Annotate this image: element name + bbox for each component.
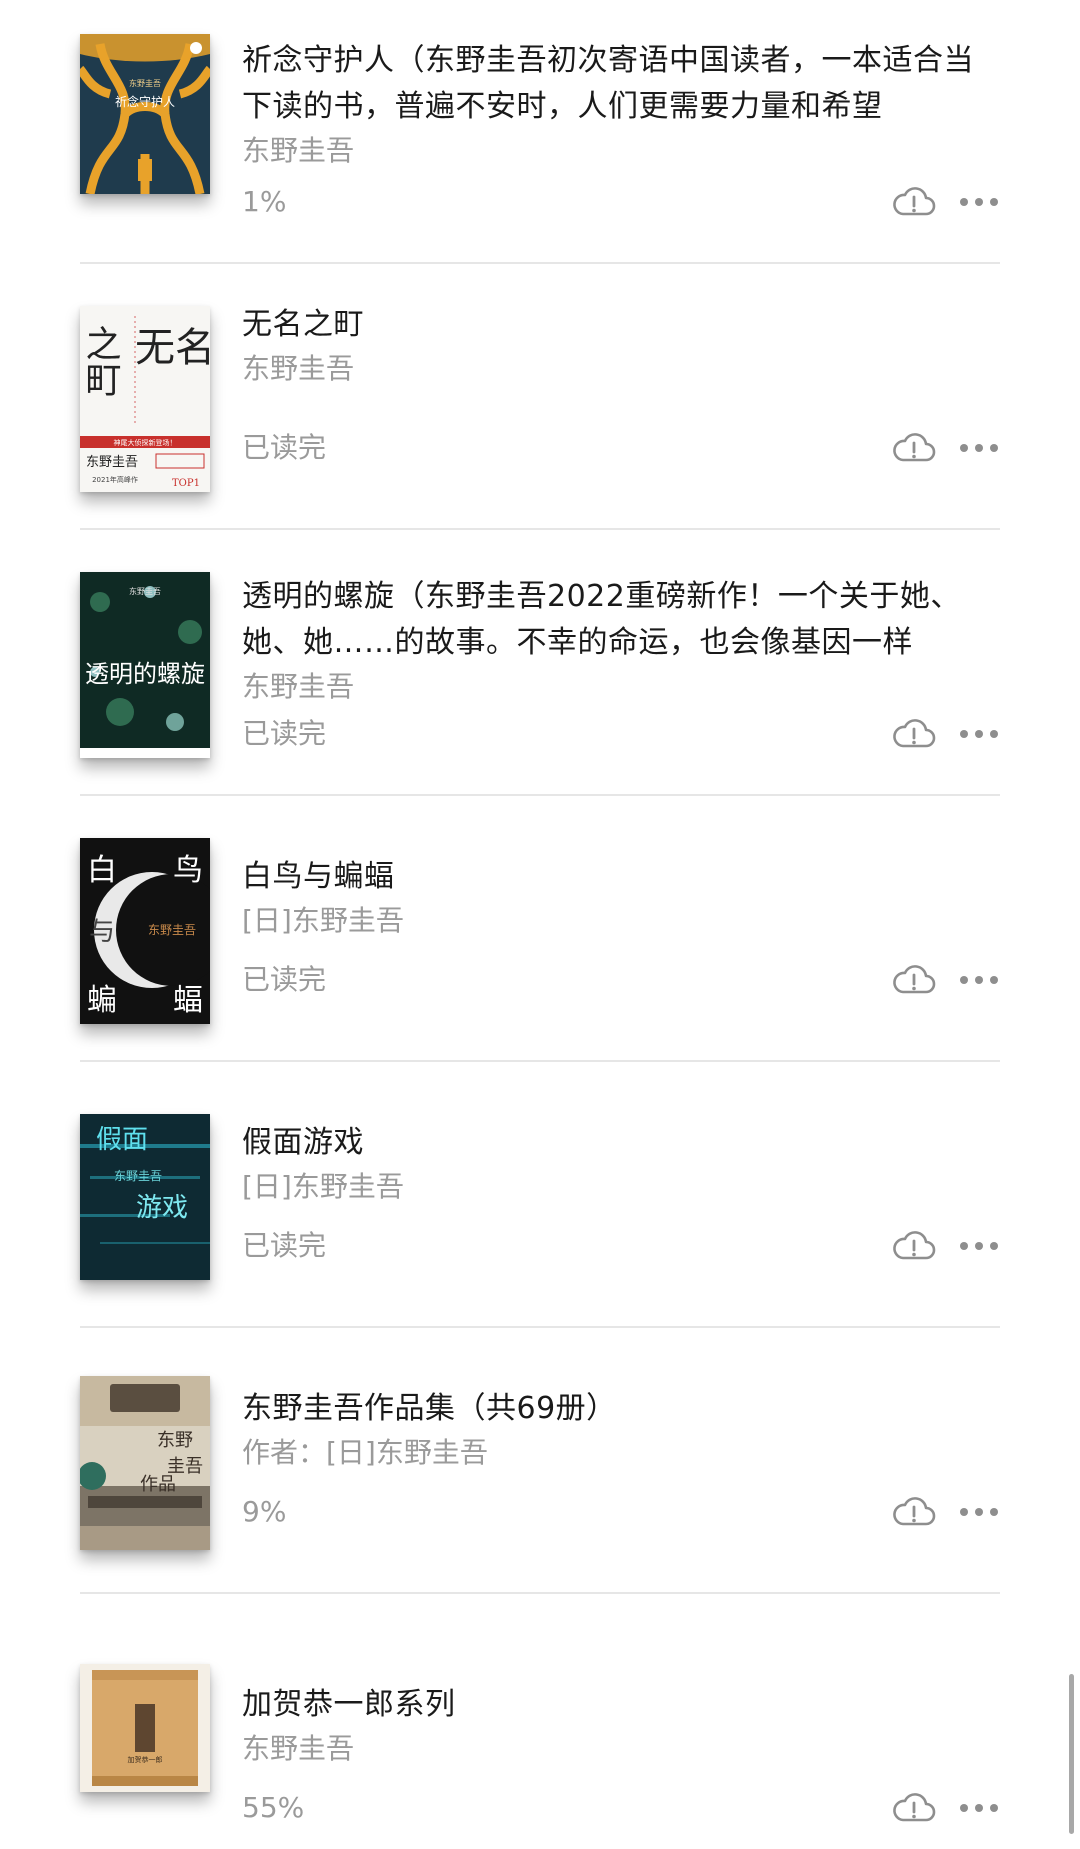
book-title[interactable]: 加贺恭一郎系列 <box>242 1682 1000 1728</box>
book-title[interactable]: 白鸟与蝙蝠 <box>242 854 1000 900</box>
book-title[interactable]: 无名之町 <box>242 302 1000 348</box>
cover-author: 东野圭吾 <box>148 923 196 937</box>
book-info: 白鸟与蝙蝠 [日]东野圭吾 <box>242 854 1000 940</box>
book-actions <box>892 186 1000 218</box>
book-item[interactable]: 无名 之町 神尾大侦探新登场！ 东野圭吾 2021年高峰作 TOP1 无名之町 … <box>80 264 1000 530</box>
cloud-alert-icon[interactable] <box>892 964 936 996</box>
cover-band: 神尾大侦探新登场！ <box>114 438 177 447</box>
book-info: 东野圭吾作品集（共69册） 作者：[日]东野圭吾 <box>242 1386 1000 1472</box>
book-actions <box>892 1496 1000 1528</box>
cloud-alert-icon[interactable] <box>892 1496 936 1528</box>
cover-title-text: 透明的螺旋 <box>85 660 205 688</box>
more-dots-icon[interactable] <box>958 728 1000 740</box>
cloud-alert-icon[interactable] <box>892 718 936 750</box>
book-author: 东野圭吾 <box>242 352 355 385</box>
book-info: 假面游戏 [日]东野圭吾 <box>242 1120 1000 1206</box>
read-progress: 55% <box>242 1791 305 1824</box>
cloud-alert-icon[interactable] <box>892 186 936 218</box>
book-item[interactable]: 白 鸟 与 蝙 蝠 东野圭吾 白鸟与蝙蝠 [日]东野圭吾 已读完 <box>80 796 1000 1062</box>
read-progress: 9% <box>242 1495 287 1528</box>
cover-char: 蝙 <box>87 983 117 1018</box>
book-cover[interactable]: 东野 圭吾 作品 <box>80 1376 210 1550</box>
more-dots-icon[interactable] <box>958 442 1000 454</box>
cover-char: 蝠 <box>173 983 203 1018</box>
bookshelf-page: 东野圭吾 祈念守护人 祈念守护人（东野圭吾初次寄语中国读者，一本适合当下读的书，… <box>0 0 1080 1849</box>
cover-author-text: 东野圭吾 <box>129 586 161 596</box>
cover-char: 鸟 <box>173 853 203 888</box>
cover-title-top: 假面 <box>96 1125 148 1155</box>
book-actions <box>892 964 1000 996</box>
book-author: 东野圭吾 <box>242 134 355 167</box>
book-author: [日]东野圭吾 <box>242 904 404 937</box>
book-title[interactable]: 祈念守护人（东野圭吾初次寄语中国读者，一本适合当下读的书，普遍不安时，人们更需要… <box>242 38 1000 130</box>
book-title[interactable]: 假面游戏 <box>242 1120 1000 1166</box>
read-progress: 已读完 <box>242 963 327 996</box>
book-actions <box>892 718 1000 750</box>
more-dots-icon[interactable] <box>958 1802 1000 1814</box>
book-cover[interactable]: 东野圭吾 透明的螺旋 <box>80 572 210 758</box>
cover-author-text: 东野圭吾 <box>129 78 161 88</box>
cover-text: 作品 <box>140 1474 176 1495</box>
more-dots-icon[interactable] <box>958 974 1000 986</box>
read-progress: 已读完 <box>242 1229 327 1262</box>
cover-title-text: 祈念守护人 <box>115 94 175 109</box>
book-item[interactable]: 东野 圭吾 作品 东野圭吾作品集（共69册） 作者：[日]东野圭吾 9% <box>80 1328 1000 1594</box>
book-item[interactable]: 东野圭吾 祈念守护人 祈念守护人（东野圭吾初次寄语中国读者，一本适合当下读的书，… <box>80 0 1000 264</box>
cover-author: 东野圭吾 <box>114 1169 162 1183</box>
book-actions <box>892 432 1000 464</box>
cover-title-left: 之町 <box>80 325 121 397</box>
book-actions <box>892 1792 1000 1824</box>
book-title[interactable]: 东野圭吾作品集（共69册） <box>242 1386 1000 1432</box>
cloud-alert-icon[interactable] <box>892 1230 936 1262</box>
book-author: 作者：[日]东野圭吾 <box>242 1436 488 1469</box>
book-info: 祈念守护人（东野圭吾初次寄语中国读者，一本适合当下读的书，普遍不安时，人们更需要… <box>242 38 1000 170</box>
book-cover[interactable]: 加贺恭一郎 <box>80 1664 210 1792</box>
book-cover[interactable]: 无名 之町 神尾大侦探新登场！ 东野圭吾 2021年高峰作 TOP1 <box>80 306 210 492</box>
book-title[interactable]: 透明的螺旋（东野圭吾2022重磅新作！一个关于她、她、她……的故事。不幸的命运，… <box>242 574 1000 666</box>
scrollbar[interactable] <box>1069 1674 1074 1834</box>
book-info: 无名之町 东野圭吾 <box>242 284 1000 388</box>
more-dots-icon[interactable] <box>958 1240 1000 1252</box>
book-author: 东野圭吾 <box>242 1732 355 1765</box>
book-author: [日]东野圭吾 <box>242 1170 404 1203</box>
read-progress: 1% <box>242 185 287 218</box>
more-dots-icon[interactable] <box>958 196 1000 208</box>
cover-tag: 2021年高峰作 <box>92 475 138 484</box>
book-info: 加贺恭一郎系列 东野圭吾 <box>242 1682 1000 1768</box>
book-author: 东野圭吾 <box>242 670 355 703</box>
cover-author: 东野圭吾 <box>86 455 138 470</box>
book-item[interactable]: 假面 东野圭吾 游戏 假面游戏 [日]东野圭吾 已读完 <box>80 1062 1000 1328</box>
more-dots-icon[interactable] <box>958 1506 1000 1518</box>
book-cover[interactable]: 白 鸟 与 蝙 蝠 东野圭吾 <box>80 838 210 1024</box>
cover-title-bottom: 游戏 <box>136 1193 188 1223</box>
book-item[interactable]: 加贺恭一郎 加贺恭一郎系列 东野圭吾 55% <box>80 1594 1000 1849</box>
book-actions <box>892 1230 1000 1262</box>
cloud-alert-icon[interactable] <box>892 432 936 464</box>
cloud-alert-icon[interactable] <box>892 1792 936 1824</box>
book-cover[interactable]: 假面 东野圭吾 游戏 <box>80 1114 210 1280</box>
read-progress: 已读完 <box>242 431 327 464</box>
cover-title-right: 无名 <box>135 325 210 371</box>
cover-label: 加贺恭一郎 <box>128 1755 163 1764</box>
cover-text: 东野 <box>157 1430 193 1451</box>
cover-char: 白 <box>87 853 117 888</box>
book-info: 透明的螺旋（东野圭吾2022重磅新作！一个关于她、她、她……的故事。不幸的命运，… <box>242 574 1000 706</box>
cover-char: 与 <box>89 917 115 947</box>
book-cover[interactable]: 东野圭吾 祈念守护人 <box>80 34 210 194</box>
cover-badge: TOP1 <box>172 478 200 489</box>
book-item[interactable]: 东野圭吾 透明的螺旋 透明的螺旋（东野圭吾2022重磅新作！一个关于她、她、她…… <box>80 530 1000 796</box>
read-progress: 已读完 <box>242 717 327 750</box>
